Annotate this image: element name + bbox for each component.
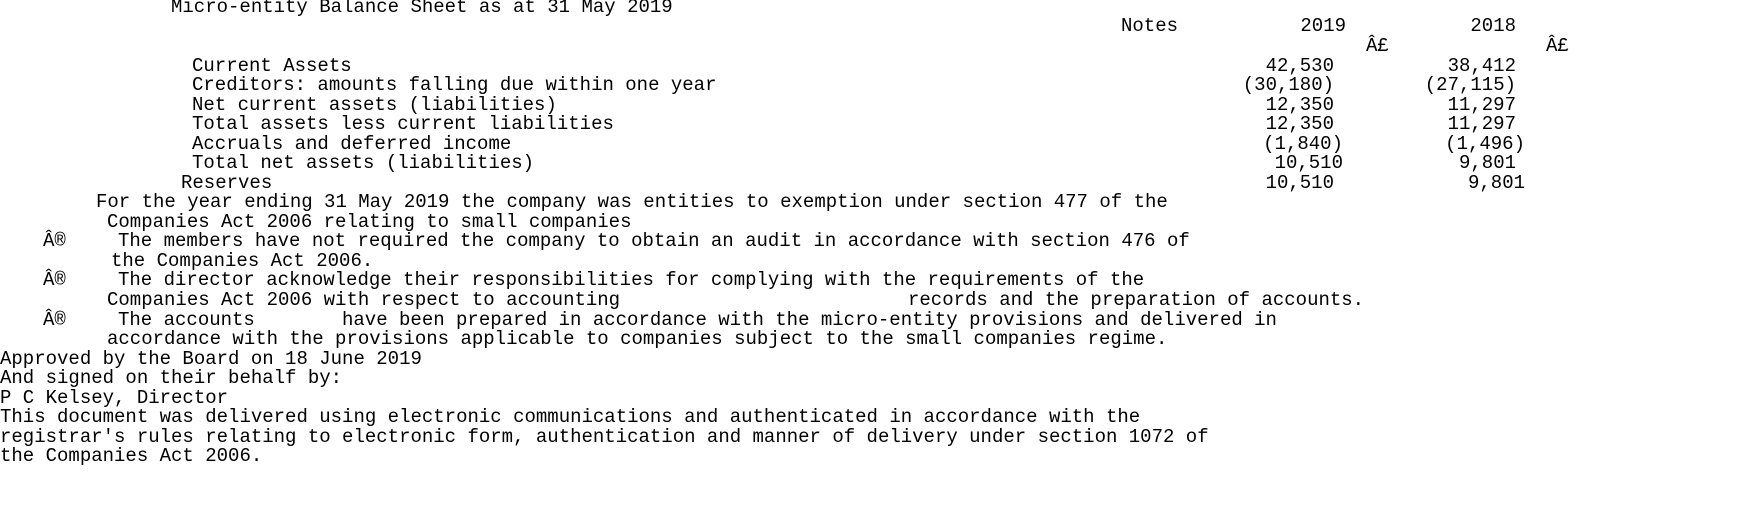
bullet-symbol: Â® <box>43 309 66 331</box>
row-value-2019: 10,510 <box>1274 152 1343 174</box>
row-value-2018: 11,297 <box>1447 94 1516 116</box>
director-statement-line-2b: records and the preparation of accounts. <box>908 289 1365 311</box>
row-label-accruals: Accruals and deferred income <box>192 133 512 155</box>
row-value-2018: 11,297 <box>1447 113 1516 135</box>
approval-date-text: Approved by the Board on 18 June 2019 <box>0 348 422 370</box>
accounts-statement-line-1a: The accounts <box>118 309 255 331</box>
row-label-net-current-assets: Net current assets (liabilities) <box>192 94 557 116</box>
balance-sheet-document: Micro-entity Balance Sheet as at 31 May … <box>0 0 1763 523</box>
signed-on-behalf-text: And signed on their behalf by: <box>0 367 343 389</box>
row-label-total-net-assets: Total net assets (liabilities) <box>192 152 535 174</box>
exemption-statement-line-1: For the year ending 31 May 2019 the comp… <box>96 191 1168 213</box>
director-statement-line-1: The director acknowledge their responsib… <box>118 269 1145 291</box>
currency-2019-header: Â£ <box>1366 35 1389 57</box>
row-value-2018: (1,496) <box>1445 133 1525 155</box>
signatory-name: P C Kelsey, Director <box>0 387 229 409</box>
bullet-symbol: Â® <box>43 230 66 252</box>
row-label-creditors: Creditors: amounts falling due within on… <box>192 74 717 96</box>
row-value-2019: (1,840) <box>1263 133 1343 155</box>
footer-line-1: This document was delivered using electr… <box>0 406 1141 428</box>
notes-column-header: Notes <box>1121 15 1179 37</box>
row-value-2019: 42,530 <box>1265 55 1334 77</box>
document-title: Micro-entity Balance Sheet as at 31 May … <box>171 0 673 18</box>
footer-line-3: the Companies Act 2006. <box>0 445 263 467</box>
director-statement-line-2a: Companies Act 2006 with respect to accou… <box>107 289 621 311</box>
year-2019-column-header: 2019 <box>1300 15 1346 37</box>
currency-2018-header: Â£ <box>1546 35 1569 57</box>
row-value-2019: 10,510 <box>1265 172 1334 194</box>
row-value-2019: 12,350 <box>1265 94 1334 116</box>
row-value-2019: 12,350 <box>1265 113 1334 135</box>
row-value-2018: 9,801 <box>1458 152 1516 174</box>
row-value-2018: (27,115) <box>1424 74 1516 96</box>
accounts-statement-line-1b: have been prepared in accordance with th… <box>342 309 1277 331</box>
footer-line-2: registrar's rules relating to electronic… <box>0 426 1209 448</box>
year-2018-column-header: 2018 <box>1470 15 1516 37</box>
row-label-reserves: Reserves <box>181 172 273 194</box>
row-label-total-assets-less-current-liabilities: Total assets less current liabilities <box>192 113 614 135</box>
accounts-statement-line-2: accordance with the provisions applicabl… <box>107 328 1168 350</box>
audit-statement-line-1: The members have not required the compan… <box>118 230 1190 252</box>
audit-statement-line-2: the Companies Act 2006. <box>111 250 374 272</box>
row-label-current-assets: Current Assets <box>192 55 352 77</box>
row-value-2018: 38,412 <box>1447 55 1516 77</box>
exemption-statement-line-2: Companies Act 2006 relating to small com… <box>107 211 632 233</box>
row-value-2018: 9,801 <box>1467 172 1525 194</box>
row-value-2019: (30,180) <box>1242 74 1334 96</box>
bullet-symbol: Â® <box>43 269 66 291</box>
